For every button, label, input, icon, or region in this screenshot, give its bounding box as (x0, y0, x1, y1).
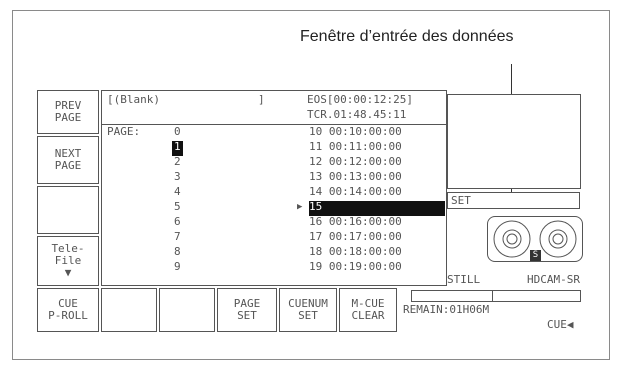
tape-remain-marker (492, 290, 493, 302)
cue-timecode: 00:17:00:00 (328, 230, 402, 243)
page-item[interactable]: 6 (172, 216, 183, 231)
cue-entry[interactable]: 10 00:10:00:00 (309, 126, 445, 141)
cue-timecode: 00:10:00:00 (328, 125, 402, 138)
preview-window (447, 94, 581, 189)
next-page-label-2: PAGE (54, 159, 82, 172)
telefile-button[interactable]: Tele- File ▼ (37, 236, 99, 286)
cue-number: 12 (309, 155, 323, 168)
cue-number: 13 (309, 170, 323, 183)
page-item[interactable]: 0 (172, 126, 183, 141)
header-bracket: ] (258, 93, 265, 106)
prev-page-button[interactable]: PREV PAGE (37, 90, 99, 134)
cue-entry[interactable]: 14 00:14:00:00 (309, 186, 445, 201)
blank-bottom-button-1[interactable] (101, 288, 157, 332)
eos-timecode: EOS[00:00:12:25] (307, 93, 413, 106)
cue-preroll-button[interactable]: CUE P-ROLL (37, 288, 99, 332)
blank-left-button[interactable] (37, 186, 99, 234)
cue-number: 15 (309, 200, 323, 213)
cue-preroll-label-2: P-ROLL (48, 309, 88, 322)
cue-entry-selected[interactable]: 15 (309, 201, 445, 216)
cue-timecode: 00:13:00:00 (328, 170, 402, 183)
tcr-timecode: TCR.01:48.45:11 (307, 108, 407, 121)
cuenum-set-label-2: SET (298, 309, 318, 322)
telefile-arrow-icon: ▼ (64, 266, 72, 279)
cue-timecode: 00:16:00:00 (328, 215, 402, 228)
page-item[interactable]: 9 (172, 261, 183, 276)
page-number-list: 0 1 2 3 4 5 6 7 8 9 (172, 126, 183, 276)
cue-number: 10 (309, 125, 323, 138)
mcue-clear-button[interactable]: M-CUE CLEAR (339, 288, 397, 332)
tape-remain-bar (411, 290, 581, 302)
cue-indicator: CUE◀ (547, 318, 574, 331)
remain-time: REMAIN:01H06M (403, 303, 490, 316)
vtr-menu-screen: PREV PAGE NEXT PAGE Tele- File ▼ [(Blank… (37, 90, 589, 349)
page-set-label-2: SET (237, 309, 257, 322)
cue-number: 14 (309, 185, 323, 198)
data-entry-field[interactable]: SET (447, 192, 580, 209)
next-page-button[interactable]: NEXT PAGE (37, 136, 99, 184)
header-title: [(Blank) (107, 93, 160, 106)
page-item[interactable]: 3 (172, 171, 183, 186)
cue-number: 19 (309, 260, 323, 273)
page-label: PAGE: (107, 125, 141, 138)
cue-entry-list: 10 00:10:00:00 11 00:11:00:00 12 00:12:0… (309, 126, 445, 276)
page-item[interactable]: 2 (172, 156, 183, 171)
cuenum-set-button[interactable]: CUENUM SET (279, 288, 337, 332)
cue-timecode: 00:14:00:00 (328, 185, 402, 198)
cue-number: 17 (309, 230, 323, 243)
cue-timecode: 00:12:00:00 (328, 155, 402, 168)
page-item[interactable]: 4 (172, 186, 183, 201)
cue-number: 16 (309, 215, 323, 228)
cursor-arrow-icon: ▶ (297, 202, 303, 212)
cue-number: 18 (309, 245, 323, 258)
cue-entry[interactable]: 13 00:13:00:00 (309, 171, 445, 186)
prev-page-label-2: PAGE (54, 111, 82, 124)
cue-entry[interactable]: 19 00:19:00:00 (309, 261, 445, 276)
tape-badge: S (530, 250, 541, 261)
cue-entry[interactable]: 17 00:17:00:00 (309, 231, 445, 246)
cue-entry[interactable]: 18 00:18:00:00 (309, 246, 445, 261)
page-item[interactable]: 7 (172, 231, 183, 246)
page-set-button[interactable]: PAGE SET (217, 288, 277, 332)
cue-timecode: 00:11:00:00 (328, 140, 402, 153)
page-item[interactable]: 8 (172, 246, 183, 261)
cue-timecode: 00:19:00:00 (328, 260, 402, 273)
cue-entry[interactable]: 16 00:16:00:00 (309, 216, 445, 231)
status-still: STILL (447, 273, 481, 286)
vtr-model: HDCAM-SR (527, 273, 580, 286)
data-entry-window-callout: Fenêtre d’entrée des données (300, 28, 514, 45)
mcue-clear-label-2: CLEAR (351, 309, 385, 322)
cue-entry[interactable]: 11 00:11:00:00 (309, 141, 445, 156)
cue-timecode: 00:18:00:00 (328, 245, 402, 258)
page-item-selected[interactable]: 1 (172, 141, 183, 156)
set-label: SET (451, 194, 471, 207)
cue-number: 11 (309, 140, 323, 153)
page-item[interactable]: 5 (172, 201, 183, 216)
cue-entry[interactable]: 12 00:12:00:00 (309, 156, 445, 171)
blank-bottom-button-2[interactable] (159, 288, 215, 332)
